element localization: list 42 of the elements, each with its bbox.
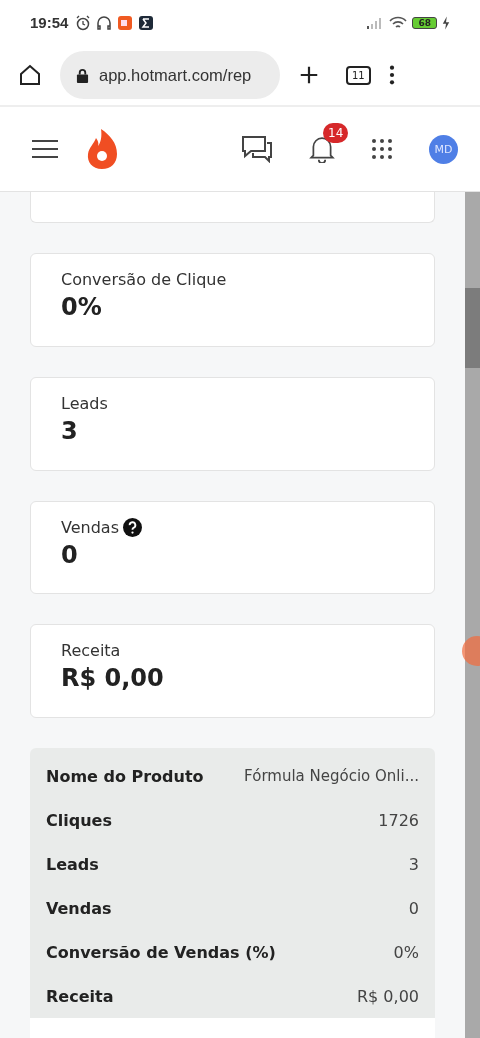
- battery-indicator: 68: [412, 16, 437, 29]
- status-time: 19:54: [30, 14, 69, 31]
- new-tab-icon[interactable]: [298, 64, 320, 86]
- metric-value: 0%: [61, 293, 103, 321]
- headphones-icon: [96, 14, 113, 31]
- alarm-icon: [75, 14, 92, 31]
- sigma-app-icon: [138, 14, 155, 31]
- metric-label: Leads: [61, 393, 108, 413]
- row-value: 0: [408, 898, 419, 918]
- app-icon: [117, 14, 134, 31]
- row-label: Nome do Produto: [46, 766, 204, 786]
- scrollbar[interactable]: [465, 192, 480, 1038]
- row-value: Fórmula Negócio Onli...: [244, 767, 419, 785]
- tab-count-button[interactable]: 11: [346, 65, 371, 85]
- menu-icon[interactable]: [32, 139, 58, 159]
- row-label: Conversão de Vendas (%): [46, 942, 276, 962]
- row-value: R$ 0,00: [357, 986, 419, 1006]
- wifi-icon: [389, 15, 408, 30]
- chat-icon[interactable]: [241, 135, 273, 163]
- home-icon[interactable]: [18, 63, 42, 87]
- row-value: 0%: [393, 942, 419, 962]
- row-value: 1726: [378, 810, 419, 830]
- lock-icon: [76, 67, 89, 83]
- row-label: Leads: [46, 854, 99, 874]
- help-icon[interactable]: [123, 517, 142, 537]
- more-menu-icon[interactable]: [388, 64, 395, 86]
- charging-icon: [442, 15, 450, 30]
- flame-logo-icon[interactable]: [86, 129, 118, 169]
- notification-badge: 14: [323, 123, 349, 143]
- bell-icon[interactable]: [309, 135, 335, 163]
- metric-value: 3: [61, 416, 79, 445]
- metric-label: Receita: [61, 641, 121, 661]
- address-bar[interactable]: app.hotmart.com/rep: [60, 51, 280, 99]
- row-value: 3: [408, 854, 419, 874]
- row-label: Vendas: [46, 898, 112, 918]
- row-label: Cliques: [46, 810, 112, 830]
- metric-label: Conversão de Clique: [61, 270, 227, 289]
- metric-label: Vendas: [61, 517, 119, 537]
- metric-value: 0: [61, 540, 79, 569]
- metric-value: R$ 0,00: [61, 664, 165, 693]
- apps-grid-icon[interactable]: [371, 138, 393, 160]
- row-label: Receita: [46, 986, 114, 1006]
